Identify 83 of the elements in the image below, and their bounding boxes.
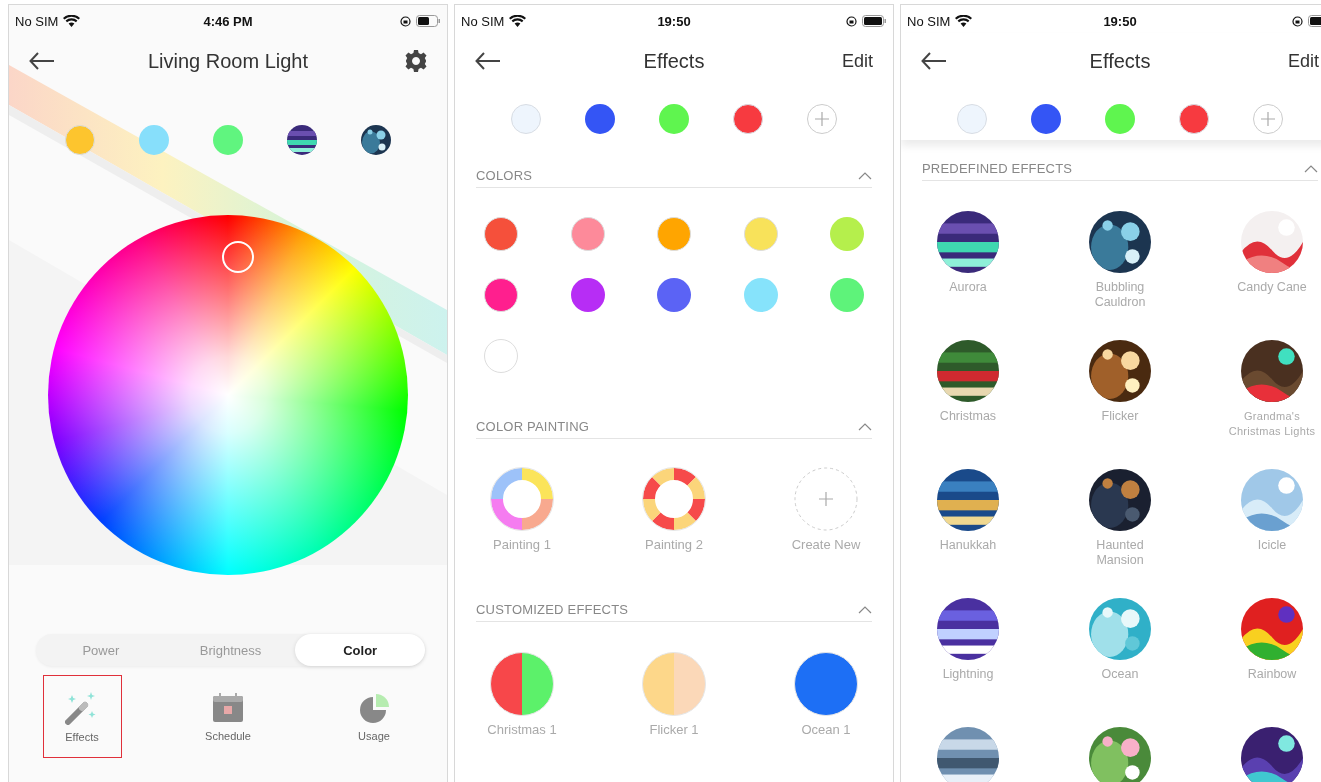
favorite-color[interactable] — [585, 104, 615, 134]
screen-title: Effects — [1089, 49, 1151, 72]
color-picker-handle[interactable] — [222, 241, 254, 273]
wifi-icon — [509, 15, 527, 27]
painting-label: Create New — [791, 537, 861, 552]
color-swatch[interactable] — [743, 217, 778, 251]
effect-label: Ocean — [1101, 667, 1139, 682]
screen-title: Living Room Light — [147, 49, 309, 72]
painting-ring-icon[interactable] — [490, 467, 554, 531]
status-time: 19:50 — [1103, 13, 1137, 29]
effect-label: Christmas 1 — [487, 722, 557, 737]
carrier-text: No SIM — [461, 13, 505, 29]
color-swatch[interactable] — [830, 217, 864, 251]
effect-swatch[interactable] — [490, 652, 554, 716]
color-swatch[interactable] — [570, 278, 605, 312]
section-title: CUSTOMIZED EFFECTS — [476, 602, 629, 617]
rotation-lock-icon — [400, 15, 411, 27]
painting-label: Painting 2 — [645, 537, 703, 552]
section-title: PREDEFINED EFFECTS — [922, 161, 1073, 176]
painting-ring-icon[interactable] — [642, 467, 706, 531]
effect-swatch[interactable] — [642, 652, 706, 716]
effect-label: Aurora — [949, 280, 987, 295]
chevron-icon[interactable] — [858, 605, 872, 614]
color-swatch[interactable] — [570, 217, 605, 251]
color-swatch[interactable] — [484, 217, 518, 251]
favorite-color[interactable] — [1105, 104, 1135, 134]
calendar-icon — [212, 691, 244, 724]
color-swatch[interactable] — [830, 278, 864, 312]
effect-label: Hanukkah — [939, 538, 997, 553]
section-title: COLORS — [476, 168, 533, 183]
nav-item[interactable]: Schedule — [188, 675, 268, 758]
color-swatch[interactable] — [484, 278, 518, 312]
magic-wand-icon — [65, 690, 99, 725]
effect-label: Lightning — [942, 667, 994, 682]
effect-label: Ocean 1 — [801, 722, 851, 737]
back-arrow-icon[interactable] — [921, 52, 947, 70]
color-swatch[interactable] — [743, 278, 778, 312]
edit-button[interactable]: Edit — [841, 50, 873, 72]
favorite-color[interactable] — [733, 104, 763, 134]
favorite-color[interactable] — [139, 125, 169, 155]
section-title: COLOR PAINTING — [476, 419, 590, 434]
chevron-icon[interactable] — [1304, 164, 1318, 173]
favorite-color[interactable] — [511, 104, 541, 134]
chevron-icon[interactable] — [858, 171, 872, 180]
wifi-icon — [955, 15, 973, 27]
pie-chart-icon — [358, 691, 390, 724]
effect-label: Candy Cane — [1237, 280, 1307, 295]
effect-label: Haunted Mansion — [1095, 538, 1145, 568]
effect-label: Grandma's Christmas Lights — [1227, 409, 1317, 439]
effect-label: Rainbow — [1247, 667, 1297, 682]
effect-label: Flicker — [1101, 409, 1139, 424]
edit-button[interactable]: Edit — [1287, 50, 1319, 72]
favorite-color[interactable] — [1031, 104, 1061, 134]
carrier-text: No SIM — [907, 13, 951, 29]
wifi-icon — [63, 15, 81, 27]
tab[interactable]: Color — [295, 634, 425, 666]
effect-label: Bubbling Cauldron — [1093, 280, 1147, 310]
effect-label: Christmas — [939, 409, 997, 424]
nav-item[interactable]: Usage — [334, 675, 414, 758]
status-time: 4:46 PM — [203, 13, 253, 29]
settings-icon[interactable] — [405, 50, 427, 72]
favorite-color[interactable] — [1179, 104, 1209, 134]
carrier-text: No SIM — [15, 13, 59, 29]
rotation-lock-icon — [846, 15, 857, 27]
back-arrow-icon[interactable] — [29, 52, 55, 70]
battery-icon — [416, 15, 441, 27]
color-swatch[interactable] — [657, 217, 691, 251]
effect-label: Flicker 1 — [649, 722, 699, 737]
nav-item[interactable]: Effects — [42, 675, 122, 758]
back-arrow-icon[interactable] — [475, 52, 501, 70]
battery-icon — [862, 15, 887, 27]
status-time: 19:50 — [657, 13, 691, 29]
favorite-color[interactable] — [659, 104, 689, 134]
favorite-color[interactable] — [213, 125, 243, 155]
effect-label: Icicle — [1257, 538, 1287, 553]
rotation-lock-icon — [1292, 15, 1303, 27]
favorite-color[interactable] — [957, 104, 987, 134]
color-swatch[interactable] — [484, 339, 518, 373]
chevron-icon[interactable] — [858, 422, 872, 431]
screen-title: Effects — [643, 49, 705, 72]
color-swatch[interactable] — [657, 278, 691, 312]
painting-label: Painting 1 — [493, 537, 551, 552]
effect-swatch[interactable] — [794, 652, 858, 716]
